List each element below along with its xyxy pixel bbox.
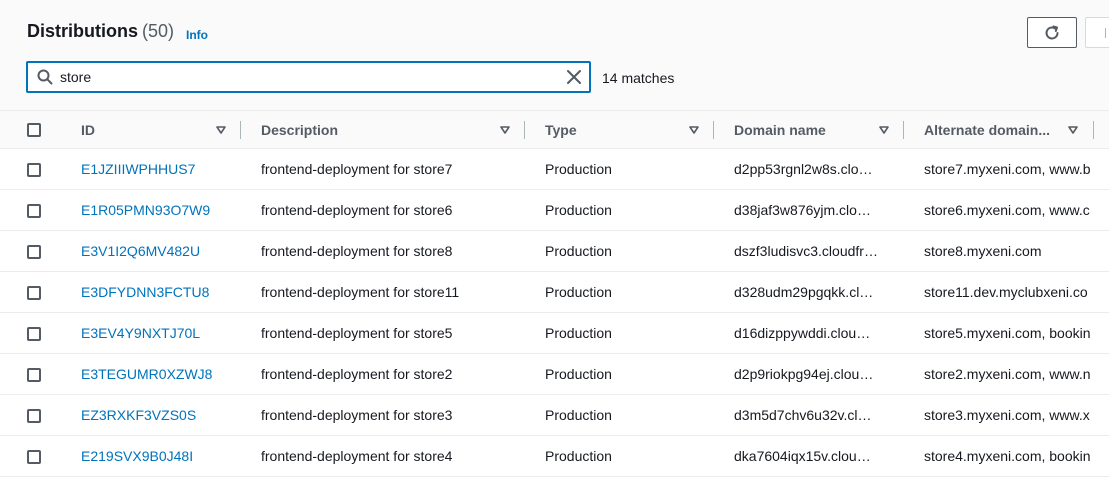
column-resizer[interactable]	[524, 121, 525, 139]
alternate-domain-cell: store7.myxeni.com, www.b	[924, 161, 1091, 177]
row-checkbox[interactable]	[27, 368, 41, 382]
table-row[interactable]: E3DFYDNN3FCTU8 frontend-deployment for s…	[0, 272, 1109, 313]
refresh-icon	[1045, 25, 1059, 39]
description-cell: frontend-deployment for store4	[261, 448, 453, 464]
domain-name-cell: d38jaf3w876yjm.clo…	[734, 202, 871, 218]
table-header: ID Description Type Domain name Alternat…	[0, 110, 1109, 149]
domain-name-cell: d328udm29pgqkk.cl…	[734, 284, 874, 300]
distribution-count: (50)	[142, 21, 175, 41]
search-field[interactable]	[26, 61, 591, 93]
sort-caret-down-icon[interactable]	[878, 124, 890, 136]
type-cell: Production	[545, 202, 612, 218]
alternate-domain-cell: store8.myxeni.com	[924, 243, 1042, 259]
type-cell: Production	[545, 243, 612, 259]
description-cell: frontend-deployment for store11	[261, 284, 460, 300]
description-cell: frontend-deployment for store3	[261, 407, 453, 423]
row-checkbox[interactable]	[27, 204, 41, 218]
view-details-button[interactable]	[1085, 17, 1109, 48]
clear-search-icon[interactable]	[566, 69, 582, 85]
table-row[interactable]: E3EV4Y9NXTJ70L frontend-deployment for s…	[0, 313, 1109, 354]
table-row[interactable]: E3V1I2Q6MV482U frontend-deployment for s…	[0, 231, 1109, 272]
column-resizer[interactable]	[903, 121, 904, 139]
type-cell: Production	[545, 407, 612, 423]
distribution-id-link[interactable]: E3V1I2Q6MV482U	[81, 231, 200, 271]
info-link[interactable]: Info	[186, 28, 208, 42]
table-row[interactable]: E1JZIIIWPHHUS7 frontend-deployment for s…	[0, 149, 1109, 190]
domain-name-cell: d16dizppywddi.clou…	[734, 325, 871, 341]
distribution-id-link[interactable]: E1R05PMN93O7W9	[81, 190, 210, 230]
search-input[interactable]	[60, 68, 550, 86]
header-area: Distributions(50) Info 14 matches	[0, 0, 1109, 110]
table-row[interactable]: E3TEGUMR0XZWJ8 frontend-deployment for s…	[0, 354, 1109, 395]
type-cell: Production	[545, 284, 612, 300]
column-header-description[interactable]: Description	[261, 111, 338, 149]
domain-name-cell: d3m5d7chv6u32v.cl…	[734, 407, 872, 423]
row-checkbox[interactable]	[27, 450, 41, 464]
description-cell: frontend-deployment for store5	[261, 325, 453, 341]
description-cell: frontend-deployment for store6	[261, 202, 453, 218]
table-row[interactable]: EZ3RXKF3VZS0S frontend-deployment for st…	[0, 395, 1109, 436]
refresh-button[interactable]	[1027, 17, 1077, 48]
column-resizer[interactable]	[240, 121, 241, 139]
table-row[interactable]: E1R05PMN93O7W9 frontend-deployment for s…	[0, 190, 1109, 231]
description-cell: frontend-deployment for store8	[261, 243, 453, 259]
row-checkbox[interactable]	[27, 409, 41, 423]
page-title: Distributions (50)	[27, 21, 174, 42]
type-cell: Production	[545, 161, 612, 177]
distribution-id-link[interactable]: EZ3RXKF3VZS0S	[81, 395, 196, 435]
distribution-id-link[interactable]: E3EV4Y9NXTJ70L	[81, 313, 200, 353]
row-checkbox[interactable]	[27, 163, 41, 177]
domain-name-cell: d2p9riokpg94ej.clou…	[734, 366, 874, 382]
domain-name-cell: dszf3ludisvc3.cloudfr…	[734, 243, 878, 259]
alternate-domain-cell: store6.myxeni.com, www.c	[924, 202, 1090, 218]
alternate-domain-cell: store2.myxeni.com, www.n	[924, 366, 1091, 382]
column-header-domain-name[interactable]: Domain name	[734, 111, 826, 149]
distribution-id-link[interactable]: E1JZIIIWPHHUS7	[81, 149, 195, 189]
search-icon	[37, 69, 53, 85]
row-checkbox[interactable]	[27, 245, 41, 259]
distribution-id-link[interactable]: E3DFYDNN3FCTU8	[81, 272, 209, 312]
type-cell: Production	[545, 448, 612, 464]
alternate-domain-cell: store11.dev.myclubxeni.co	[924, 284, 1088, 300]
search-match-count: 14 matches	[602, 70, 675, 86]
distribution-id-link[interactable]: E3TEGUMR0XZWJ8	[81, 354, 212, 394]
row-checkbox[interactable]	[27, 327, 41, 341]
description-cell: frontend-deployment for store2	[261, 366, 453, 382]
distribution-id-link[interactable]: E219SVX9B0J48I	[81, 436, 193, 476]
column-header-type[interactable]: Type	[545, 111, 577, 149]
title-text: Distributions	[27, 21, 138, 41]
column-header-alternate-domain[interactable]: Alternate domain...	[924, 111, 1050, 149]
domain-name-cell: d2pp53rgnl2w8s.clo…	[734, 161, 873, 177]
sort-caret-down-icon[interactable]	[688, 124, 700, 136]
column-resizer[interactable]	[713, 121, 714, 139]
sort-caret-down-icon[interactable]	[499, 124, 511, 136]
sort-caret-down-icon[interactable]	[215, 124, 227, 136]
column-header-id[interactable]: ID	[81, 111, 95, 149]
alternate-domain-cell: store4.myxeni.com, bookin	[924, 448, 1091, 464]
description-cell: frontend-deployment for store7	[261, 161, 453, 177]
sort-caret-down-icon[interactable]	[1067, 124, 1079, 136]
type-cell: Production	[545, 325, 612, 341]
table-row[interactable]: E219SVX9B0J48I frontend-deployment for s…	[0, 436, 1109, 477]
row-checkbox[interactable]	[27, 286, 41, 300]
alternate-domain-cell: store3.myxeni.com, www.x	[924, 407, 1090, 423]
domain-name-cell: dka7604iqx15v.clou…	[734, 448, 871, 464]
select-all-checkbox[interactable]	[27, 123, 41, 137]
alternate-domain-cell: store5.myxeni.com, bookin	[924, 325, 1091, 341]
column-resizer[interactable]	[1093, 121, 1094, 139]
type-cell: Production	[545, 366, 612, 382]
